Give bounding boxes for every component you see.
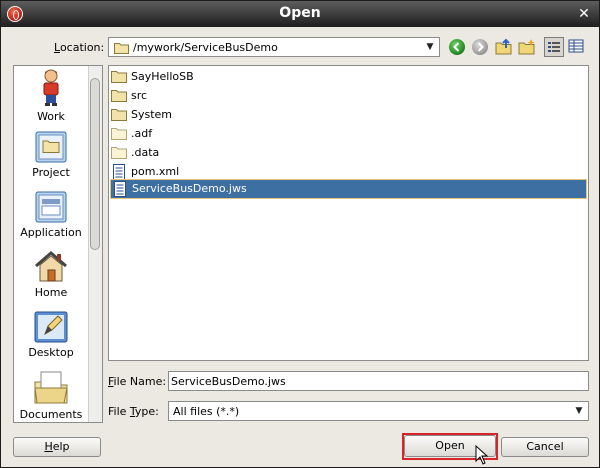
up-folder-icon[interactable] [495,38,513,56]
location-label: Location: [54,41,105,54]
folder-icon [111,126,127,146]
list-item[interactable]: .adf [111,125,231,143]
place-project[interactable]: Project [14,130,88,179]
list-item-selected[interactable]: ServiceBusDemo.jws [110,179,587,199]
title-bar[interactable]: Open ✕ [1,1,599,27]
folder-icon [114,41,129,57]
scrollbar-thumb[interactable] [90,78,100,250]
application-icon [35,191,67,223]
place-desktop[interactable]: Desktop [14,310,88,359]
file-name: .data [131,146,160,159]
location-combo[interactable]: /mywork/ServiceBusDemo ▼ [108,37,440,57]
place-label: Documents [19,408,83,421]
cancel-button[interactable]: Cancel [501,437,589,457]
home-icon [35,251,67,282]
file-type-value: All files (*.*) [173,405,240,418]
list-item[interactable]: .data [111,144,231,162]
place-home[interactable]: Home [14,250,88,299]
file-name-label: File Name: [108,375,167,388]
dialog-title: Open [279,5,321,21]
folder-icon [111,69,127,89]
place-label: Work [37,110,65,123]
place-label: Application [20,226,82,239]
desktop-icon [34,311,68,343]
file-type-combo[interactable]: All files (*.*) ▼ [168,401,589,421]
location-path: /mywork/ServiceBusDemo [133,41,278,54]
folder-icon [111,145,127,165]
help-button[interactable]: Help [13,437,101,457]
file-name: ServiceBusDemo.jws [132,182,247,195]
places-sidebar: Work Project Application Home Desktop Do… [13,65,103,423]
folder-icon [111,88,127,108]
project-icon [35,131,67,163]
close-icon[interactable]: ✕ [575,5,593,23]
folder-icon [111,107,127,127]
place-label: Desktop [28,346,74,359]
place-work[interactable]: Work [14,68,88,123]
chevron-down-icon[interactable]: ▼ [423,40,437,54]
file-type-label: File Type: [108,405,159,418]
file-name: src [131,89,148,102]
work-icon [43,69,59,106]
chevron-down-icon[interactable]: ▼ [572,404,586,418]
list-view-icon[interactable] [544,37,564,57]
open-dialog: Open ✕ Location: /mywork/ServiceBusDemo … [0,0,600,468]
mouse-cursor-icon [475,444,489,468]
places-scrollbar[interactable] [88,66,102,422]
list-item[interactable]: System [111,106,231,124]
list-item[interactable]: src [111,87,231,105]
place-label: Project [32,166,70,179]
file-name: SayHelloSB [131,70,194,83]
document-icon [112,181,128,203]
documents-icon [34,371,68,404]
file-name-input[interactable] [168,371,589,391]
new-folder-icon[interactable] [518,38,536,56]
file-list: SayHelloSB src System .adf .data pom.xml… [108,65,589,361]
details-view-icon[interactable] [567,37,587,57]
forward-button[interactable] [472,39,488,55]
back-button[interactable] [449,39,465,55]
file-name: System [131,108,173,121]
file-name: .adf [131,127,153,140]
place-label: Home [34,286,68,299]
place-application[interactable]: Application [14,190,88,239]
list-item[interactable]: SayHelloSB [111,68,231,86]
place-documents[interactable]: Documents [14,366,88,421]
